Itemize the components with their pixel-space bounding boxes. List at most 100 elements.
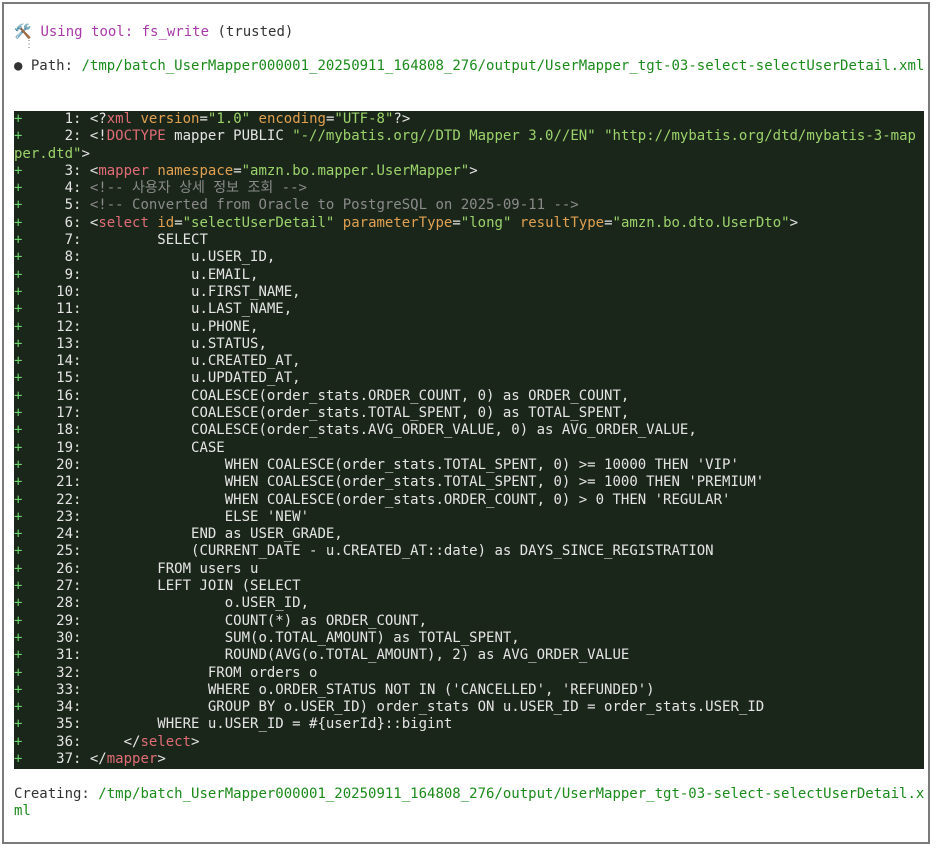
tool-name: fs_write bbox=[141, 24, 210, 40]
code-line: + 20: WHEN COALESCE(order_stats.TOTAL_SP… bbox=[14, 457, 924, 474]
code-text: END as USER_GRADE, bbox=[89, 526, 343, 543]
code-text: LEFT JOIN (SELECT bbox=[89, 578, 301, 595]
code-line: + 30: SUM(o.TOTAL_AMOUNT) as TOTAL_SPENT… bbox=[14, 630, 924, 647]
code-text: u.LAST_NAME, bbox=[89, 301, 293, 318]
line-number: 25: bbox=[22, 543, 90, 560]
code-text: SELECT bbox=[89, 232, 208, 249]
code-text: <mapper namespace="amzn.bo.mapper.UserMa… bbox=[89, 162, 478, 179]
line-number: 37: bbox=[22, 750, 90, 767]
code-line: + 36: </select> bbox=[14, 734, 924, 751]
line-number: 24: bbox=[22, 526, 90, 543]
creating-path-value[interactable]: /tmp/batch_UserMapper000001_20250911_164… bbox=[14, 786, 924, 819]
code-line: + 1: <?xml version="1.0" encoding="UTF-8… bbox=[14, 111, 924, 128]
code-line: + 18: COALESCE(order_stats.AVG_ORDER_VAL… bbox=[14, 422, 924, 439]
line-number: 17: bbox=[22, 405, 90, 422]
line-number: 2: bbox=[22, 128, 90, 145]
path-value[interactable]: /tmp/batch_UserMapper000001_20250911_164… bbox=[81, 58, 924, 74]
code-text: u.EMAIL, bbox=[89, 266, 259, 283]
code-line: + 26: FROM users u bbox=[14, 561, 924, 578]
code-line: + 24: END as USER_GRADE, bbox=[14, 526, 924, 543]
line-number: 32: bbox=[22, 664, 90, 681]
line-number: 6: bbox=[22, 214, 90, 231]
line-number: 19: bbox=[22, 439, 90, 456]
code-line: + 4: <!-- 사용자 상세 정보 조회 --> bbox=[14, 180, 924, 197]
trust-label: (trusted) bbox=[217, 24, 294, 40]
code-line: + 35: WHERE u.USER_ID = #{userId}::bigin… bbox=[14, 716, 924, 733]
line-number: 20: bbox=[22, 456, 90, 473]
code-text: COUNT(*) as ORDER_COUNT, bbox=[89, 612, 428, 629]
path-line: ● Path: /tmp/batch_UserMapper000001_2025… bbox=[14, 58, 926, 75]
line-number: 9: bbox=[22, 266, 90, 283]
code-text: WHEN COALESCE(order_stats.TOTAL_SPENT, 0… bbox=[89, 474, 765, 491]
code-line: + 19: CASE bbox=[14, 440, 924, 457]
code-text: CASE bbox=[89, 439, 225, 456]
code-text: </select> bbox=[123, 733, 200, 750]
code-line: + 34: GROUP BY o.USER_ID) order_stats ON… bbox=[14, 699, 924, 716]
code-text: ROUND(AVG(o.TOTAL_AMOUNT), 2) as AVG_ORD… bbox=[89, 647, 630, 664]
code-text: SUM(o.TOTAL_AMOUNT) as TOTAL_SPENT, bbox=[89, 629, 520, 646]
trailing-dot: . bbox=[24, 836, 31, 847]
code-line: + 7: SELECT bbox=[14, 232, 924, 249]
code-line: + 23: ELSE 'NEW' bbox=[14, 509, 924, 526]
code-text: u.CREATED_AT, bbox=[89, 353, 301, 370]
code-line: + 2: <!DOCTYPE mapper PUBLIC "-//mybatis… bbox=[14, 128, 924, 163]
line-number: 14: bbox=[22, 353, 90, 370]
bullet-icon: ● bbox=[14, 58, 23, 74]
line-number: 16: bbox=[22, 387, 90, 404]
ellipsis-dots: ⋮ bbox=[24, 39, 34, 50]
code-text: u.USER_ID, bbox=[89, 249, 276, 266]
line-number: 31: bbox=[22, 647, 90, 664]
code-diff-block: + 1: <?xml version="1.0" encoding="UTF-8… bbox=[14, 111, 924, 769]
code-text: o.USER_ID, bbox=[89, 595, 310, 612]
terminal-window: 🛠️ Using tool: fs_write (trusted) ⋮ ● Pa… bbox=[2, 2, 930, 847]
tool-header: 🛠️ Using tool: fs_write (trusted) bbox=[14, 22, 293, 42]
code-line: + 32: FROM orders o bbox=[14, 665, 924, 682]
code-text: <!DOCTYPE mapper PUBLIC "-//mybatis.org/… bbox=[14, 128, 916, 162]
code-line: + 31: ROUND(AVG(o.TOTAL_AMOUNT), 2) as A… bbox=[14, 647, 924, 664]
code-text: COALESCE(order_stats.AVG_ORDER_VALUE, 0)… bbox=[89, 422, 697, 439]
line-number: 11: bbox=[22, 301, 90, 318]
code-line: + 29: COUNT(*) as ORDER_COUNT, bbox=[14, 613, 924, 630]
line-number: 26: bbox=[22, 560, 90, 577]
code-line: + 12: u.PHONE, bbox=[14, 319, 924, 336]
line-number: 23: bbox=[22, 508, 90, 525]
line-number: 13: bbox=[22, 335, 90, 352]
code-text: </mapper> bbox=[89, 750, 166, 767]
line-number: 5: bbox=[22, 197, 90, 214]
code-line: + 22: WHEN COALESCE(order_stats.ORDER_CO… bbox=[14, 492, 924, 509]
code-line: + 17: COALESCE(order_stats.TOTAL_SPENT, … bbox=[14, 405, 924, 422]
line-number: 27: bbox=[22, 578, 90, 595]
tool-label: Using tool: bbox=[40, 24, 134, 40]
code-line: + 10: u.FIRST_NAME, bbox=[14, 284, 924, 301]
code-text: COALESCE(order_stats.ORDER_COUNT, 0) as … bbox=[89, 387, 630, 404]
code-text: u.PHONE, bbox=[89, 318, 259, 335]
path-label: Path: bbox=[30, 58, 74, 74]
line-number: 15: bbox=[22, 370, 90, 387]
line-number: 3: bbox=[22, 162, 90, 179]
code-line: + 27: LEFT JOIN (SELECT bbox=[14, 578, 924, 595]
line-number: 10: bbox=[22, 283, 90, 300]
code-text: u.UPDATED_AT, bbox=[89, 370, 301, 387]
line-number: 1: bbox=[22, 111, 90, 127]
code-text: WHERE o.ORDER_STATUS NOT IN ('CANCELLED'… bbox=[89, 681, 655, 698]
line-number: 36: bbox=[22, 733, 90, 750]
code-text: <select id="selectUserDetail" parameterT… bbox=[89, 214, 798, 231]
code-line: + 11: u.LAST_NAME, bbox=[14, 301, 924, 318]
creating-label: Creating: bbox=[14, 786, 90, 802]
code-line: + 13: u.STATUS, bbox=[14, 336, 924, 353]
code-line: + 14: u.CREATED_AT, bbox=[14, 353, 924, 370]
line-number: 34: bbox=[22, 699, 90, 716]
code-text: u.STATUS, bbox=[89, 335, 267, 352]
code-text: u.FIRST_NAME, bbox=[89, 283, 301, 300]
code-line: + 6: <select id="selectUserDetail" param… bbox=[14, 215, 924, 232]
line-number: 30: bbox=[22, 629, 90, 646]
code-text: (CURRENT_DATE - u.CREATED_AT::date) as D… bbox=[89, 543, 714, 560]
code-line: + 8: u.USER_ID, bbox=[14, 249, 924, 266]
line-number: 29: bbox=[22, 612, 90, 629]
creating-line: Creating: /tmp/batch_UserMapper000001_20… bbox=[14, 786, 926, 820]
code-text: <!-- Converted from Oracle to PostgreSQL… bbox=[89, 197, 579, 214]
code-line: + 16: COALESCE(order_stats.ORDER_COUNT, … bbox=[14, 388, 924, 405]
line-number: 18: bbox=[22, 422, 90, 439]
line-number: 33: bbox=[22, 681, 90, 698]
code-text: COALESCE(order_stats.TOTAL_SPENT, 0) as … bbox=[89, 405, 630, 422]
